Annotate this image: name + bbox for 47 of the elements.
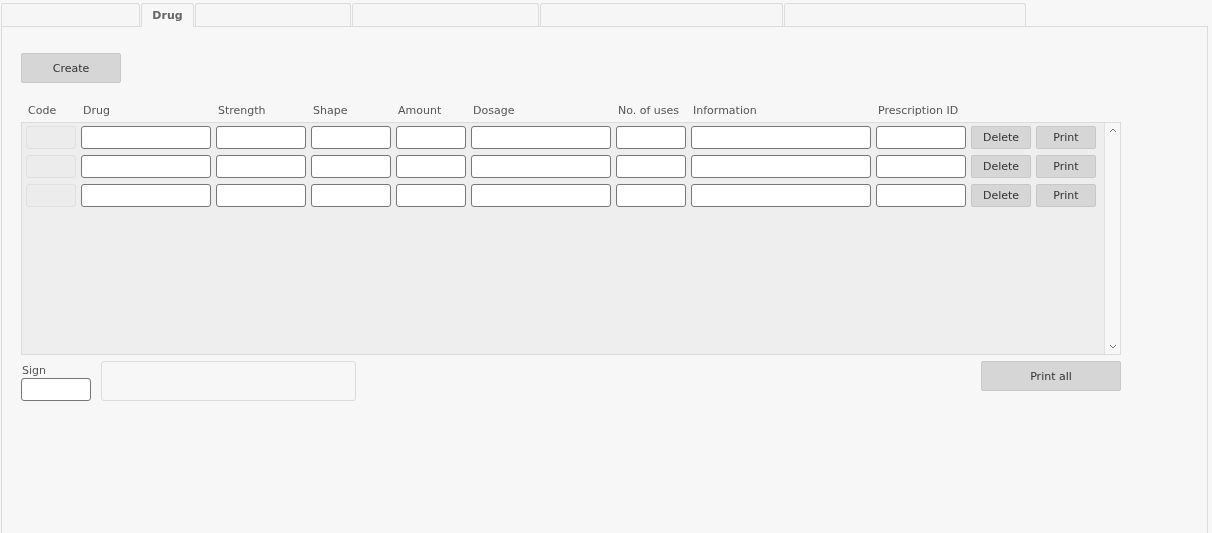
input-field[interactable] [311,184,391,207]
create-button[interactable]: Create [21,53,121,83]
column-header: Strength [217,104,267,119]
column-header: Amount [397,104,443,119]
scrollbar[interactable] [1104,123,1120,354]
input-field[interactable] [396,155,466,178]
tab[interactable]: Drug [141,3,194,27]
input-field[interactable] [396,184,466,207]
input-field[interactable] [216,126,306,149]
column-header: Information [692,104,758,119]
column-header: No. of uses [617,104,681,119]
input-field[interactable] [396,126,466,149]
scroll-down-icon[interactable] [1108,344,1117,349]
input-field[interactable] [691,126,871,149]
input-field[interactable] [691,155,871,178]
scroll-up-icon[interactable] [1108,128,1117,133]
input-field[interactable] [616,184,686,207]
delete-button[interactable]: Delete [971,155,1031,178]
input-field[interactable] [81,155,211,178]
delete-button[interactable]: Delete [971,184,1031,207]
input-field[interactable] [216,155,306,178]
input-field[interactable] [81,184,211,207]
print-button[interactable]: Print [1036,184,1096,207]
input-field[interactable] [471,184,611,207]
sign-label: Sign [21,363,47,378]
column-header: Code [27,104,58,119]
input-field[interactable] [81,126,211,149]
sign-field[interactable] [21,378,91,401]
input-field[interactable] [691,184,871,207]
delete-button[interactable]: Delete [971,126,1031,149]
input-field[interactable] [876,155,966,178]
input-field[interactable] [311,155,391,178]
input-field[interactable] [471,126,611,149]
input-field[interactable] [876,126,966,149]
input-field[interactable] [616,155,686,178]
input-field[interactable] [216,184,306,207]
column-header: Prescription ID [877,104,960,119]
column-header: Dosage [472,104,516,119]
column-header: Drug [82,104,111,119]
input-field[interactable] [311,126,391,149]
column-header: Shape [312,104,349,119]
print-button[interactable]: Print [1036,155,1096,178]
input-field[interactable] [616,126,686,149]
input-field[interactable] [876,184,966,207]
print-button[interactable]: Print [1036,126,1096,149]
print-all-button[interactable]: Print all [981,361,1121,391]
input-field[interactable] [471,155,611,178]
